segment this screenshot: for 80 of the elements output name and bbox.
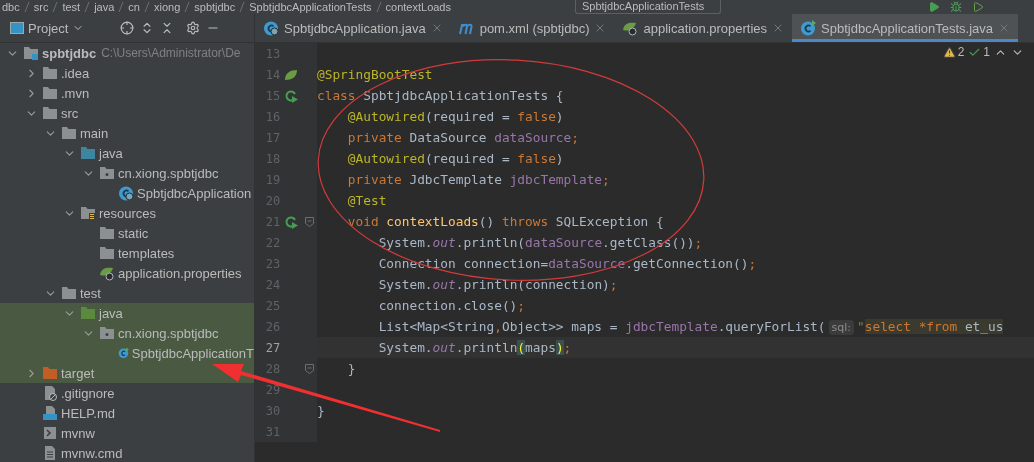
- project-view-selector[interactable]: Project: [10, 20, 85, 36]
- terminal-icon: [42, 425, 58, 441]
- leaf-icon: [99, 265, 115, 281]
- ignore-file-icon: [42, 385, 58, 401]
- folder-icon: [99, 246, 115, 260]
- breadcrumb-separator-icon: [52, 2, 59, 12]
- project-path: C:\Users\Administrator\De: [101, 46, 241, 60]
- class-icon: [800, 20, 817, 36]
- breadcrumb-separator-icon: [23, 2, 30, 12]
- package-icon: [99, 326, 115, 340]
- fold-marker-icon[interactable]: [304, 363, 314, 374]
- coverage-icon[interactable]: [972, 1, 984, 13]
- breadcrumb-item[interactable]: cn: [128, 0, 140, 14]
- code-line: @Test: [346, 193, 387, 208]
- code-line: private DataSource dataSource;: [346, 130, 579, 145]
- source-folder-icon: [80, 146, 96, 160]
- folder-icon: [42, 106, 58, 120]
- window-icon: [10, 22, 24, 34]
- run-test-icon: [283, 214, 298, 229]
- line-number: 27: [264, 340, 281, 355]
- breadcrumb-item[interactable]: contextLoads: [385, 0, 451, 14]
- code-line: private JdbcTemplate jdbcTemplate;: [346, 172, 610, 187]
- folder-icon: [42, 66, 58, 80]
- class-icon: [118, 345, 129, 361]
- folder-icon: [61, 126, 77, 140]
- code-line: void contextLoads() throws SQLException {: [346, 214, 664, 229]
- code-line: class SpbtjdbcApplicationTests {: [317, 88, 564, 103]
- class-icon: [118, 185, 134, 201]
- run-icon[interactable]: [928, 1, 940, 13]
- locate-icon[interactable]: [120, 21, 135, 35]
- resource-folder-icon: [80, 206, 96, 220]
- module-folder-icon: [23, 46, 39, 60]
- code-line: @Autowired(required = false): [346, 109, 564, 124]
- code-line: }: [346, 361, 356, 376]
- passed-count[interactable]: 1: [968, 45, 990, 59]
- code-line: connection.close();: [377, 298, 526, 313]
- breadcrumb-separator-icon: [375, 2, 382, 12]
- editor-tab[interactable]: SpbtjdbcApplication.java: [255, 14, 451, 42]
- breadcrumb-separator-icon: [184, 2, 191, 12]
- breadcrumb-item[interactable]: test: [62, 0, 81, 14]
- breadcrumb-separator-icon: [239, 2, 246, 12]
- breadcrumb-separator-icon: [84, 2, 91, 12]
- leaf-icon: [622, 20, 639, 36]
- tree-item[interactable]: SpbtjdbcApplicationT: [0, 343, 254, 363]
- breadcrumb-item[interactable]: java: [94, 0, 115, 14]
- excluded-folder-icon: [42, 366, 58, 380]
- folder-icon: [99, 226, 115, 240]
- markdown-file-icon: [42, 405, 58, 421]
- breadcrumb-item[interactable]: src: [33, 0, 49, 14]
- class-icon: [263, 20, 279, 36]
- editor-tab[interactable]: SpbtjdbcApplicationTests.java: [792, 14, 1019, 42]
- debug-icon[interactable]: [950, 1, 962, 13]
- warning-count[interactable]: 2: [942, 45, 965, 59]
- editor-tab[interactable]: application.properties: [614, 14, 793, 42]
- folder-icon: [42, 86, 58, 100]
- tree-item[interactable]: target: [0, 363, 254, 383]
- breadcrumb-item[interactable]: SpbtjdbcApplicationTests: [249, 0, 372, 14]
- leaf-icon: [283, 68, 298, 81]
- code-line: System.out.println(connection);: [377, 277, 618, 292]
- maven-icon: [458, 21, 475, 35]
- fold-marker-icon[interactable]: [304, 216, 314, 227]
- tree-item[interactable]: cn.xiong.spbtjdbc: [0, 323, 254, 343]
- editor-tab[interactable]: pom.xml (spbtjdbc): [450, 14, 615, 42]
- settings-icon[interactable]: [186, 21, 201, 35]
- breadcrumb-item[interactable]: dbc: [2, 0, 20, 14]
- code-line: System.out.println(maps);: [377, 340, 572, 355]
- text-file-icon: [42, 445, 58, 461]
- code-line: }: [317, 403, 325, 418]
- run-test-icon: [283, 88, 298, 103]
- breadcrumb-separator-icon: [143, 2, 150, 12]
- breadcrumb-item[interactable]: spbtjdbc: [194, 0, 236, 14]
- tree-item[interactable]: java: [0, 303, 254, 323]
- folder-icon: [61, 286, 77, 300]
- test-folder-icon: [80, 306, 96, 320]
- code-line: @Autowired(required = false): [346, 151, 564, 166]
- warning-icon: [942, 45, 956, 59]
- breadcrumb-item[interactable]: xiong: [153, 0, 181, 14]
- package-icon: [99, 166, 115, 180]
- breadcrumb-separator-icon: [118, 2, 125, 12]
- code-line: List<Map<String,Object>> maps = jdbcTemplate.queryForList( sql: "select *from et_us: [377, 319, 1004, 334]
